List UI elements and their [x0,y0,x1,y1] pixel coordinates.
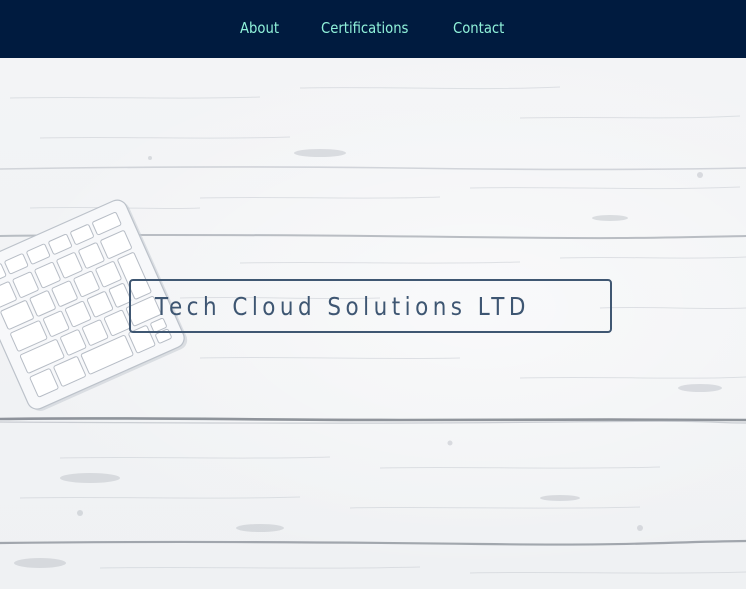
hero-section: Tech Cloud Solutions LTD [0,58,746,589]
nav-link-about[interactable]: About [240,17,279,39]
site-title-box: Tech Cloud Solutions LTD [129,279,612,333]
page: About Certifications Contact Tech Cloud … [0,0,746,589]
site-title: Tech Cloud Solutions LTD [155,292,530,321]
nav-link-contact[interactable]: Contact [453,17,504,39]
top-navbar: About Certifications Contact [0,0,746,58]
nav-link-certifications[interactable]: Certifications [321,17,408,39]
